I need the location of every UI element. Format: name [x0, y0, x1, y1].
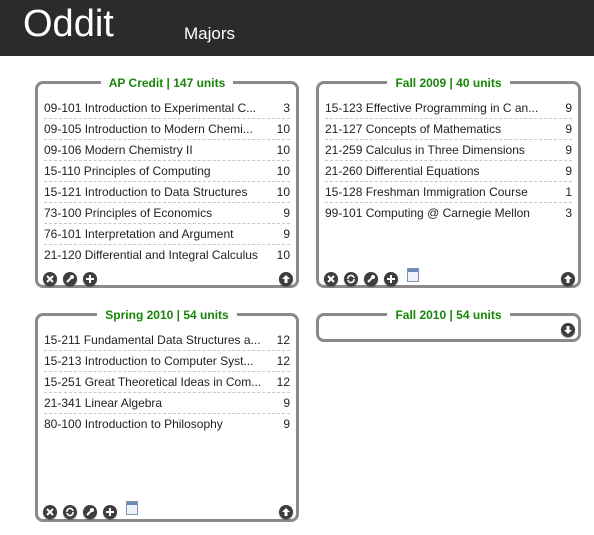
- wrench-icon[interactable]: [63, 272, 77, 286]
- wrench-icon[interactable]: [364, 272, 378, 286]
- course-name: 21-120 Differential and Integral Calculu…: [44, 248, 258, 262]
- app-logo[interactable]: Oddit: [23, 2, 114, 46]
- course-units: 10: [276, 185, 290, 199]
- course-list: 15-211 Fundamental Data Structures a... …: [44, 330, 290, 434]
- panel-title: Spring 2010 | 54 units: [97, 307, 237, 323]
- course-row[interactable]: 21-259 Calculus in Three Dimensions 9: [325, 140, 572, 161]
- course-units: 9: [283, 396, 290, 410]
- course-row[interactable]: 21-127 Concepts of Mathematics 9: [325, 119, 572, 140]
- course-units: 9: [565, 122, 572, 136]
- course-name: 15-213 Introduction to Computer Syst...: [44, 354, 254, 368]
- course-units: 1: [565, 185, 572, 199]
- course-row[interactable]: 21-120 Differential and Integral Calculu…: [44, 245, 290, 265]
- course-name: 21-259 Calculus in Three Dimensions: [325, 143, 525, 157]
- course-list: 09-101 Introduction to Experimental C...…: [44, 98, 290, 265]
- panel-title: Fall 2009 | 40 units: [387, 75, 510, 91]
- course-row[interactable]: 09-101 Introduction to Experimental C...…: [44, 98, 290, 119]
- top-bar: Oddit Majors: [0, 0, 594, 56]
- collapse-up-icon[interactable]: [279, 272, 293, 286]
- nav-majors-link[interactable]: Majors: [184, 24, 235, 44]
- course-row[interactable]: 73-100 Principles of Economics 9: [44, 203, 290, 224]
- course-name: 99-101 Computing @ Carnegie Mellon: [325, 206, 530, 220]
- course-row[interactable]: 15-211 Fundamental Data Structures a... …: [44, 330, 290, 351]
- course-units: 9: [283, 227, 290, 241]
- course-row[interactable]: 21-260 Differential Equations 9: [325, 161, 572, 182]
- course-name: 15-121 Introduction to Data Structures: [44, 185, 248, 199]
- course-units: 10: [276, 122, 290, 136]
- course-units: 12: [276, 333, 290, 347]
- course-units: 3: [565, 206, 572, 220]
- wrench-icon[interactable]: [83, 505, 97, 519]
- course-name: 09-101 Introduction to Experimental C...: [44, 101, 257, 115]
- course-name: 15-128 Freshman Immigration Course: [325, 185, 528, 199]
- expand-down-icon[interactable]: [561, 323, 575, 337]
- course-units: 12: [276, 354, 290, 368]
- course-name: 15-110 Principles of Computing: [44, 164, 211, 178]
- course-units: 12: [276, 375, 290, 389]
- semester-panel-spring-2010: Spring 2010 | 54 units 15-211 Fundamenta…: [35, 307, 299, 522]
- course-row[interactable]: 21-341 Linear Algebra 9: [44, 393, 290, 414]
- course-name: 15-211 Fundamental Data Structures a...: [44, 333, 261, 347]
- course-row[interactable]: 15-213 Introduction to Computer Syst... …: [44, 351, 290, 372]
- course-units: 9: [283, 417, 290, 431]
- course-units: 10: [276, 248, 290, 262]
- course-row[interactable]: 15-251 Great Theoretical Ideas in Com...…: [44, 372, 290, 393]
- close-icon[interactable]: [43, 505, 57, 519]
- course-units: 9: [565, 143, 572, 157]
- course-name: 76-101 Interpretation and Argument: [44, 227, 234, 241]
- course-name: 09-105 Introduction to Modern Chemi...: [44, 122, 253, 136]
- course-name: 80-100 Introduction to Philosophy: [44, 417, 223, 431]
- course-name: 21-127 Concepts of Mathematics: [325, 122, 502, 136]
- course-name: 21-341 Linear Algebra: [44, 396, 163, 410]
- add-icon[interactable]: [384, 272, 398, 286]
- course-units: 9: [565, 164, 572, 178]
- course-row[interactable]: 80-100 Introduction to Philosophy 9: [44, 414, 290, 434]
- course-name: 21-260 Differential Equations: [325, 164, 480, 178]
- add-icon[interactable]: [83, 272, 97, 286]
- panel-title: Fall 2010 | 54 units: [387, 307, 510, 323]
- refresh-icon[interactable]: [63, 505, 77, 519]
- close-icon[interactable]: [324, 272, 338, 286]
- course-units: 10: [276, 143, 290, 157]
- course-name: 09-106 Modern Chemistry II: [44, 143, 193, 157]
- collapse-up-icon[interactable]: [279, 505, 293, 519]
- semester-panel-fall-2009: Fall 2009 | 40 units 15-123 Effective Pr…: [316, 75, 581, 288]
- collapse-up-icon[interactable]: [561, 272, 575, 286]
- course-units: 9: [565, 101, 572, 115]
- calendar-icon[interactable]: [407, 268, 419, 282]
- course-row[interactable]: 99-101 Computing @ Carnegie Mellon 3: [325, 203, 572, 223]
- course-name: 15-251 Great Theoretical Ideas in Com...: [44, 375, 262, 389]
- course-row[interactable]: 09-105 Introduction to Modern Chemi... 1…: [44, 119, 290, 140]
- course-name: 73-100 Principles of Economics: [44, 206, 213, 220]
- add-icon[interactable]: [103, 505, 117, 519]
- refresh-icon[interactable]: [344, 272, 358, 286]
- calendar-icon[interactable]: [126, 501, 138, 515]
- course-list: 15-123 Effective Programming in C an... …: [325, 98, 572, 223]
- course-row[interactable]: 15-121 Introduction to Data Structures 1…: [44, 182, 290, 203]
- course-row[interactable]: 15-128 Freshman Immigration Course 1: [325, 182, 572, 203]
- course-units: 3: [283, 101, 290, 115]
- course-units: 10: [276, 164, 290, 178]
- course-name: 15-123 Effective Programming in C an...: [325, 101, 539, 115]
- close-icon[interactable]: [43, 272, 57, 286]
- panel-title: AP Credit | 147 units: [100, 75, 234, 91]
- course-row[interactable]: 15-123 Effective Programming in C an... …: [325, 98, 572, 119]
- course-row[interactable]: 09-106 Modern Chemistry II 10: [44, 140, 290, 161]
- semester-panel-ap-credit: AP Credit | 147 units 09-101 Introductio…: [35, 75, 299, 288]
- course-row[interactable]: 76-101 Interpretation and Argument 9: [44, 224, 290, 245]
- semester-panel-fall-2010: Fall 2010 | 54 units: [316, 307, 581, 342]
- course-units: 9: [283, 206, 290, 220]
- course-row[interactable]: 15-110 Principles of Computing 10: [44, 161, 290, 182]
